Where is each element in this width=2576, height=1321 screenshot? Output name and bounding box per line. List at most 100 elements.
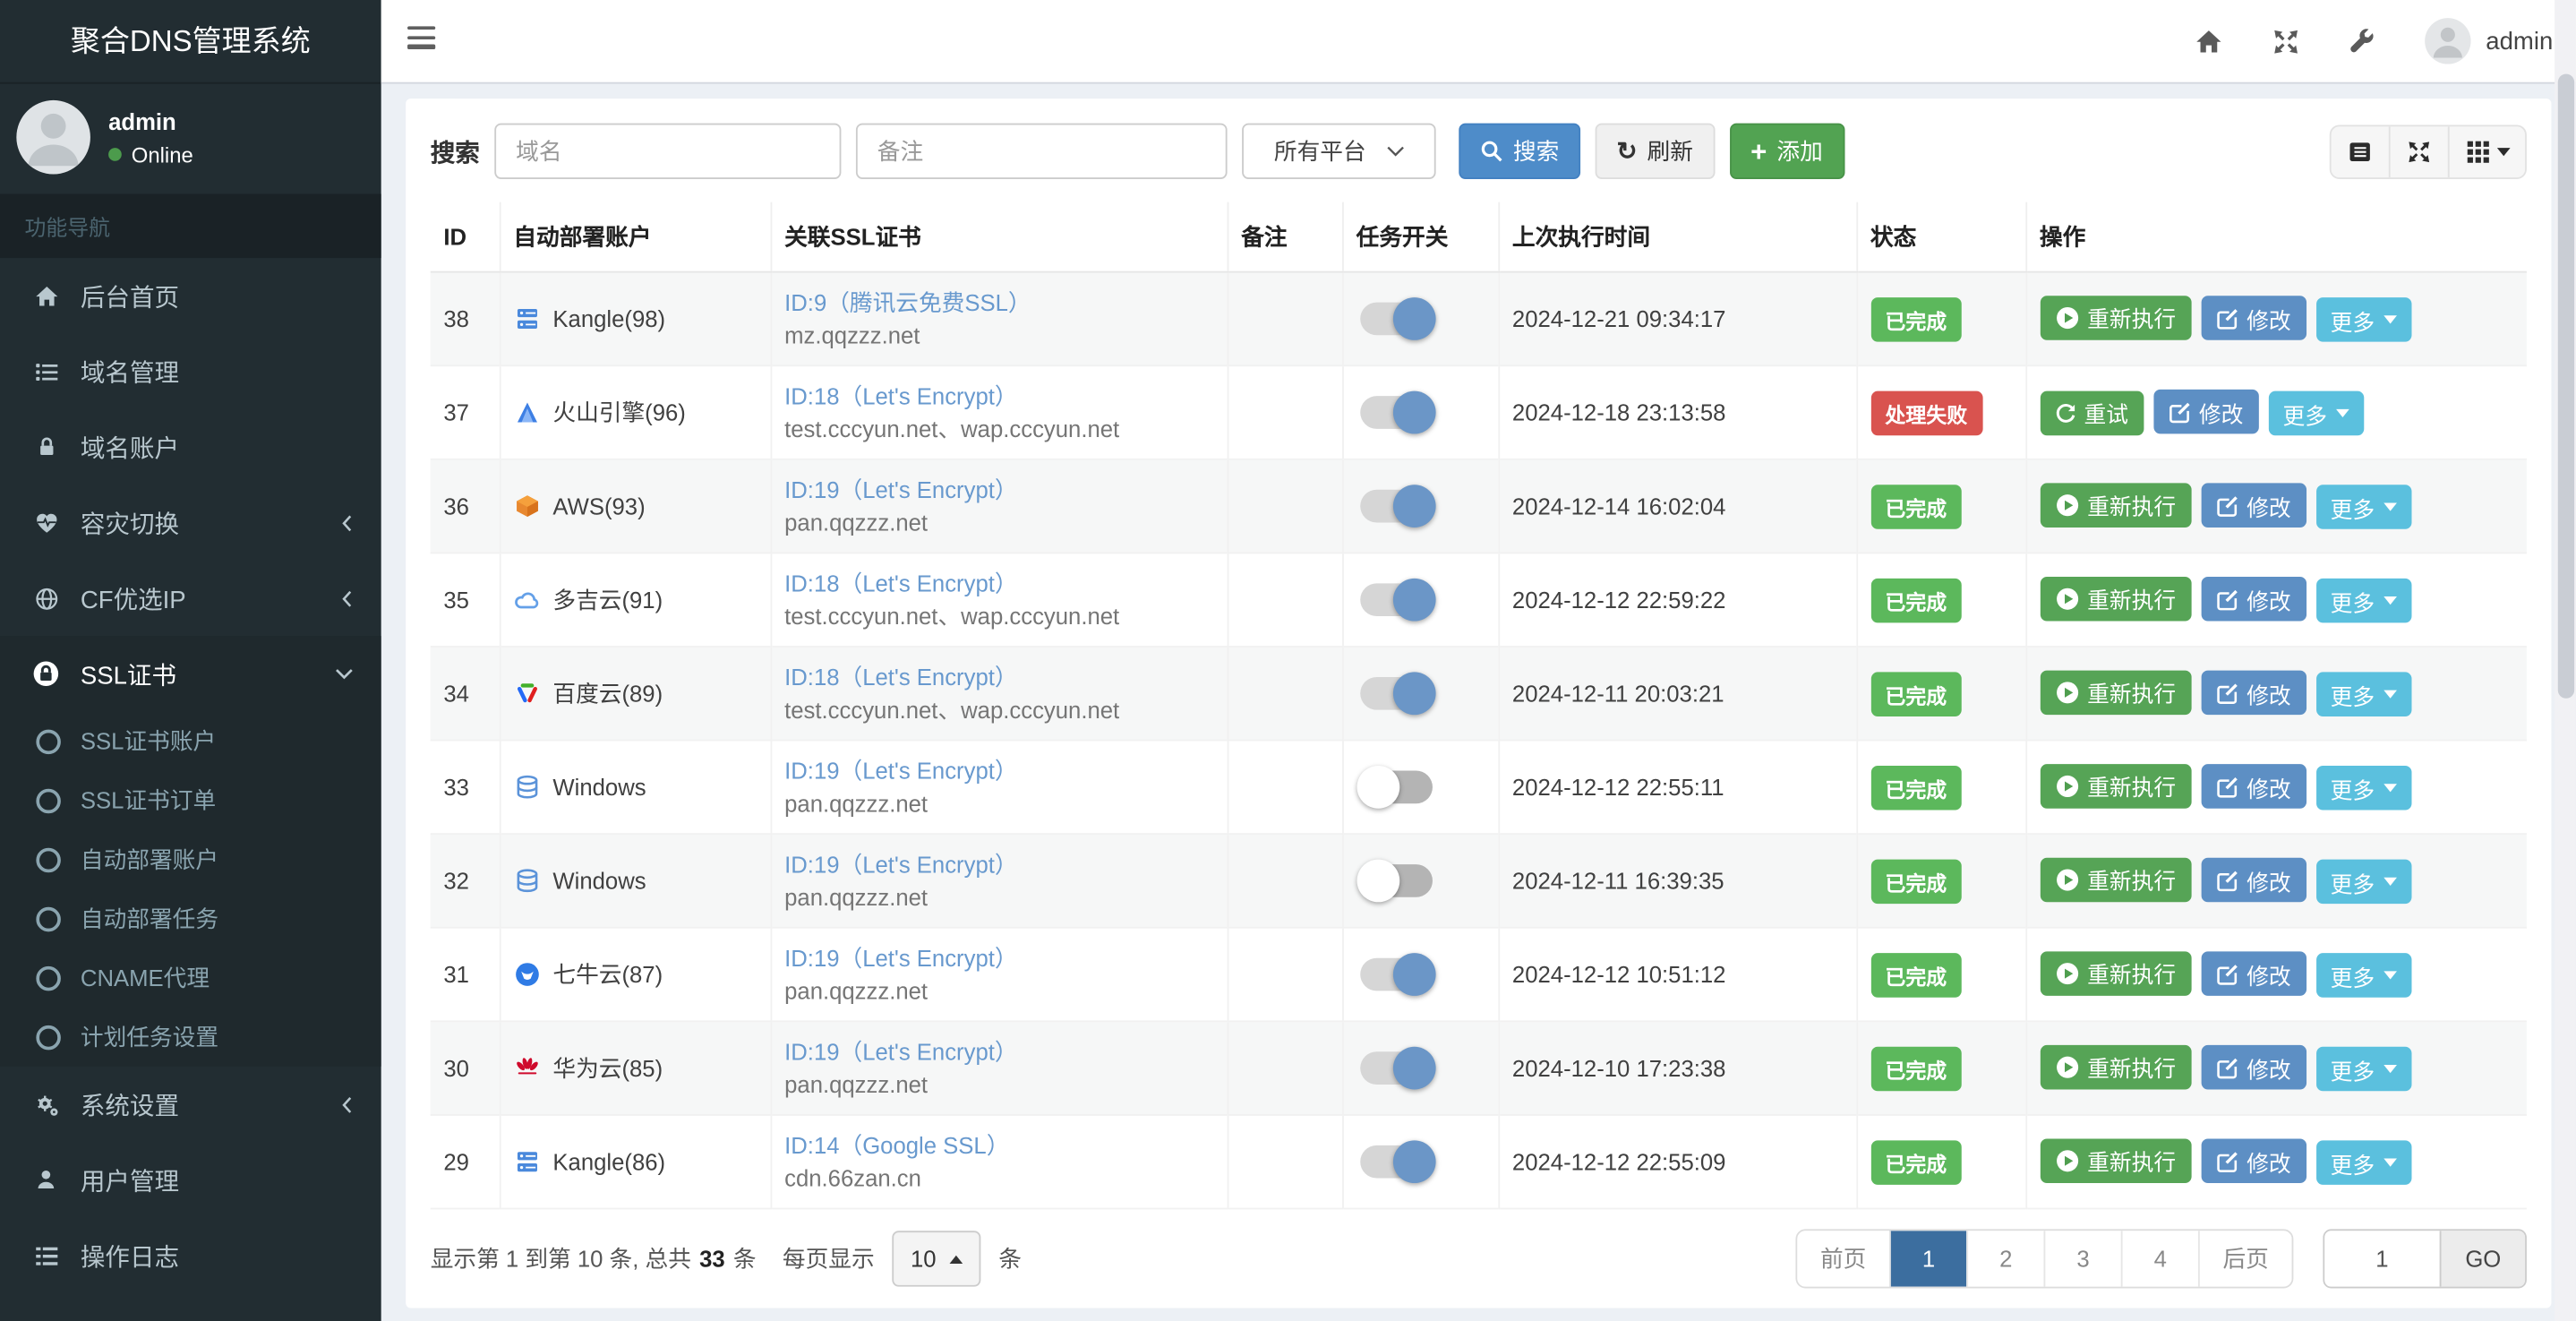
rerun-button[interactable]: 重新执行 [2039,950,2191,996]
search-button[interactable]: 搜索 [1459,123,1581,179]
task-switch[interactable] [1356,672,1435,716]
cert-link[interactable]: ID:19（Let's Encrypt） [784,1035,1213,1068]
sidebar-item[interactable]: 容灾切换 [0,485,381,560]
edit-button[interactable]: 修改 [2200,951,2306,997]
detail-view-button[interactable] [2332,125,2389,176]
more-button[interactable]: 更多 [2315,953,2411,999]
cert-link[interactable]: ID:19（Let's Encrypt） [784,941,1213,974]
refresh-button[interactable]: ↻ 刷新 [1595,123,1715,179]
account-name: Windows [552,867,646,895]
more-button[interactable]: 更多 [2315,766,2411,811]
domain-search-input[interactable] [494,123,842,179]
page-button[interactable]: 1 [1889,1231,1967,1287]
fullscreen-icon[interactable] [2272,27,2300,55]
rerun-button[interactable]: 重新执行 [2039,295,2191,340]
cert-link[interactable]: ID:9（腾讯云免费SSL） [784,286,1213,319]
sidebar-subitem[interactable]: 计划任务设置 [0,1008,381,1067]
rerun-button[interactable]: 重新执行 [2039,670,2191,715]
sidebar-item[interactable]: 系统设置 [0,1067,381,1142]
page-button[interactable]: 前页 [1797,1231,1890,1287]
cert-link[interactable]: ID:19（Let's Encrypt） [784,473,1213,506]
page-size-dropdown[interactable]: 10 [892,1231,981,1287]
task-switch[interactable] [1356,390,1435,434]
more-button[interactable]: 更多 [2315,1140,2411,1186]
add-button[interactable]: + 添加 [1729,123,1844,179]
cert-link[interactable]: ID:19（Let's Encrypt） [784,754,1213,787]
more-button[interactable]: 更多 [2315,297,2411,343]
page-button[interactable]: 3 [2043,1231,2121,1287]
task-switch[interactable] [1356,485,1435,528]
edit-button[interactable]: 修改 [2200,296,2306,341]
sidebar-item[interactable]: 后台首页 [0,258,381,333]
cert-link[interactable]: ID:18（Let's Encrypt） [784,567,1213,600]
rerun-button[interactable]: 重新执行 [2039,482,2191,528]
more-button[interactable]: 更多 [2315,485,2411,530]
windows-db-icon [513,868,539,894]
sidebar-subitem[interactable]: SSL证书订单 [0,771,381,830]
page-button[interactable]: 4 [2120,1231,2198,1287]
circle-icon [36,787,61,813]
page-button[interactable]: 2 [1966,1231,2044,1287]
cert-link[interactable]: ID:19（Let's Encrypt） [784,848,1213,881]
rerun-button[interactable]: 重新执行 [2039,857,2191,902]
topbar: admin [381,0,2576,84]
sidebar-subitem[interactable]: SSL证书账户 [0,711,381,770]
home-icon[interactable] [2195,27,2223,55]
rerun-button[interactable]: 重新执行 [2039,1044,2191,1090]
page-button[interactable]: 后页 [2197,1231,2292,1287]
wrench-icon[interactable] [2349,28,2375,54]
more-button[interactable]: 更多 [2267,390,2364,436]
cert-link[interactable]: ID:18（Let's Encrypt） [784,661,1213,694]
rerun-button[interactable]: 重新执行 [2039,576,2191,622]
note-search-input[interactable] [855,123,1228,179]
goto-page-input[interactable] [2324,1231,2440,1287]
task-switch[interactable] [1356,859,1435,903]
sidebar-toggle-icon[interactable] [407,26,437,54]
sidebar-item[interactable]: SSL证书 [0,636,381,711]
rerun-button[interactable]: 重新执行 [2039,1138,2191,1183]
fullscreen-table-button[interactable] [2388,125,2448,177]
user-status-label: Online [131,142,193,167]
sidebar-item[interactable]: 域名管理 [0,333,381,408]
sidebar-subitem[interactable]: 自动部署任务 [0,889,381,948]
scrollbar-thumb[interactable] [2556,73,2574,699]
task-switch[interactable] [1356,1046,1435,1090]
edit-button[interactable]: 修改 [2200,1045,2306,1090]
cert-link[interactable]: ID:14（Google SSL） [784,1129,1213,1162]
user-menu[interactable]: admin [2425,18,2553,64]
caret-down-icon [2383,596,2397,605]
columns-button[interactable] [2447,125,2525,177]
go-button[interactable]: GO [2439,1231,2526,1287]
scrollbar[interactable] [2555,0,2576,1321]
edit-button[interactable]: 修改 [2200,671,2306,716]
sidebar-item[interactable]: 操作日志 [0,1218,381,1293]
task-switch[interactable] [1356,953,1435,996]
more-button[interactable]: 更多 [2315,672,2411,717]
sidebar-item[interactable]: 用户管理 [0,1142,381,1217]
edit-button[interactable]: 修改 [2200,858,2306,903]
edit-button[interactable]: 修改 [2152,389,2258,434]
edit-button[interactable]: 修改 [2200,577,2306,622]
task-switch[interactable] [1356,766,1435,809]
sidebar-item[interactable]: 域名账户 [0,409,381,485]
edit-button[interactable]: 修改 [2200,483,2306,528]
sidebar-subitem[interactable]: CNAME代理 [0,948,381,1008]
sidebar-item[interactable]: CF优选IP [0,561,381,636]
cert-link[interactable]: ID:18（Let's Encrypt） [784,380,1213,413]
edit-button[interactable]: 修改 [2200,1138,2306,1184]
more-button[interactable]: 更多 [2315,579,2411,623]
task-switch[interactable] [1356,578,1435,622]
retry-button[interactable]: 重试 [2039,390,2144,435]
task-switch[interactable] [1356,1140,1435,1184]
edit-button[interactable]: 修改 [2200,764,2306,810]
account-name: Kangle(86) [552,1148,666,1175]
rerun-button[interactable]: 重新执行 [2039,763,2191,809]
sidebar-subitem[interactable]: 自动部署账户 [0,830,381,889]
cert-domains: cdn.66zan.cn [784,1164,921,1192]
task-switch[interactable] [1356,297,1435,340]
more-button[interactable]: 更多 [2315,860,2411,905]
more-button[interactable]: 更多 [2315,1047,2411,1092]
sidebar-subitem-label: SSL证书账户 [80,727,217,755]
platform-select[interactable]: 所有平台 [1242,123,1436,179]
caret-down-icon [2383,1158,2397,1168]
